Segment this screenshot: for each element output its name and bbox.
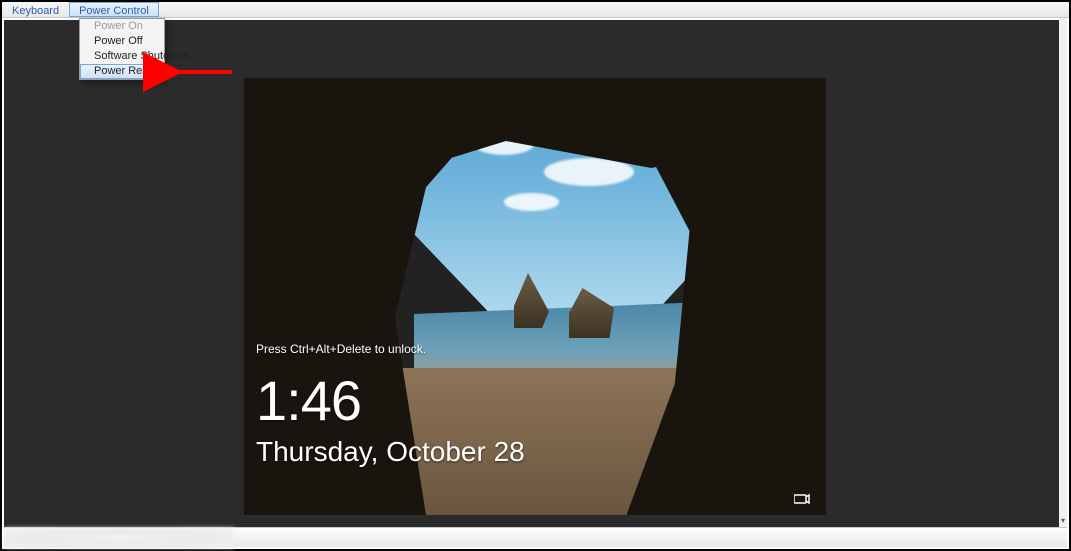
- power-control-dropdown: Power On Power Off Software Shutdown Pow…: [79, 18, 165, 80]
- menu-keyboard[interactable]: Keyboard: [2, 2, 69, 17]
- menu-power-control[interactable]: Power Control: [69, 2, 159, 17]
- menuitem-software-shutdown[interactable]: Software Shutdown: [80, 49, 164, 64]
- clock-date: Thursday, October 28: [256, 436, 525, 468]
- unlock-hint: Press Ctrl+Alt+Delete to unlock.: [256, 342, 426, 356]
- scrollbar-down-arrow-icon[interactable]: ▾: [1059, 513, 1067, 527]
- status-bar: [4, 527, 1067, 547]
- menuitem-power-off[interactable]: Power Off: [80, 34, 164, 49]
- status-bar-blurred-region: [4, 528, 234, 548]
- annotation-arrow: [167, 62, 237, 85]
- app-window: Keyboard Power Control Power On Power Of…: [0, 0, 1071, 551]
- menuitem-power-reset[interactable]: Power Reset: [80, 64, 164, 79]
- remote-lockscreen: Press Ctrl+Alt+Delete to unlock. 1:46 Th…: [244, 78, 826, 515]
- clock-time: 1:46: [256, 368, 361, 433]
- vertical-scrollbar[interactable]: ▾: [1059, 4, 1067, 527]
- menuitem-power-on: Power On: [80, 19, 164, 34]
- network-icon[interactable]: [794, 493, 810, 505]
- menubar: Keyboard Power Control: [2, 2, 1069, 18]
- remote-viewport: Press Ctrl+Alt+Delete to unlock. 1:46 Th…: [4, 20, 1059, 527]
